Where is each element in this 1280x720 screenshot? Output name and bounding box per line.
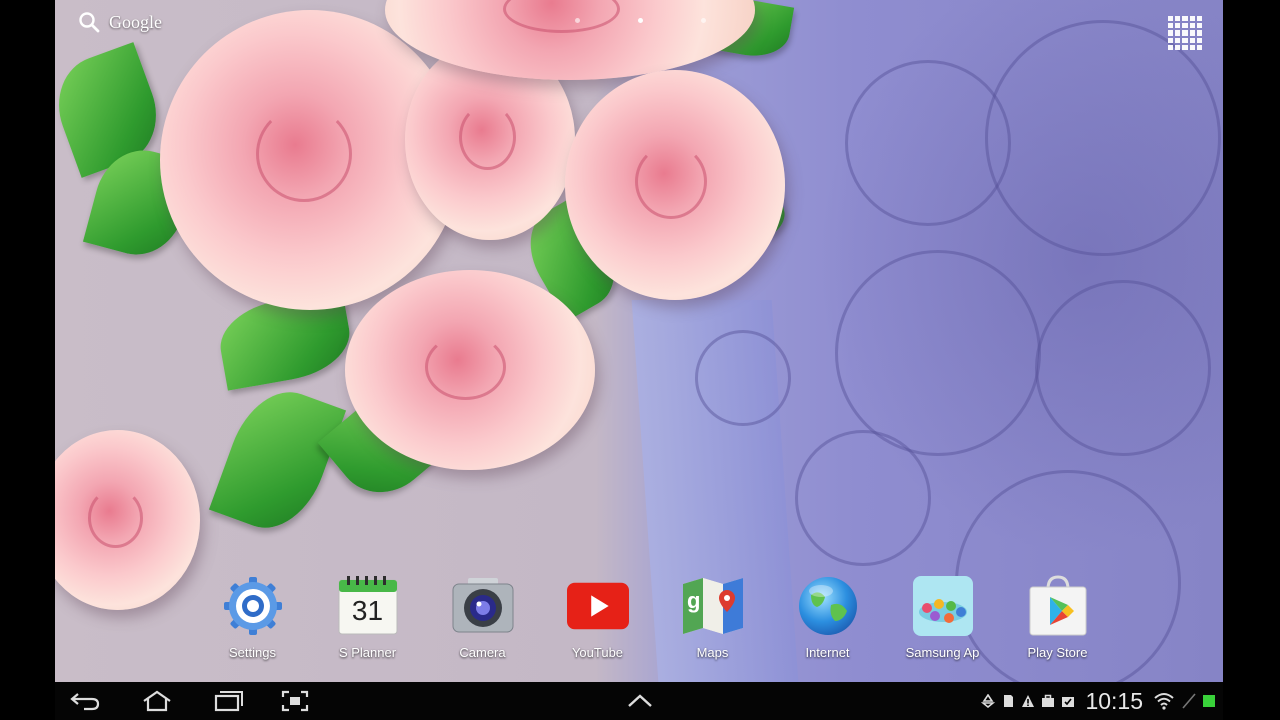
app-label: Internet — [805, 645, 850, 660]
app-settings[interactable]: Settings — [195, 575, 310, 675]
page-dot-active — [638, 18, 643, 23]
clock: 10:15 — [1085, 687, 1143, 714]
app-samsung-apps[interactable]: Samsung Ap — [885, 575, 1000, 675]
app-youtube[interactable]: YouTube — [540, 575, 655, 675]
briefcase-icon — [1042, 694, 1055, 707]
samsung-apps-icon — [912, 575, 974, 637]
system-bar: 10:15 — [55, 682, 1223, 720]
google-search-label: Google — [109, 11, 162, 32]
page-indicator — [575, 18, 706, 23]
app-camera[interactable]: Camera — [425, 575, 540, 675]
calendar-day: 31 — [351, 595, 384, 626]
app-dock: Settings 31 S Planner Camera YouTube g M… — [195, 575, 1115, 675]
battery-icon — [1203, 695, 1215, 707]
app-internet[interactable]: Internet — [770, 575, 885, 675]
youtube-icon — [566, 575, 629, 637]
status-area[interactable]: 10:15 — [981, 682, 1215, 720]
globe-icon — [797, 575, 859, 637]
up-chevron-icon[interactable] — [620, 688, 660, 714]
app-label: Camera — [459, 645, 506, 660]
swirl-pattern — [985, 20, 1221, 256]
app-label: YouTube — [571, 645, 624, 660]
play-store-icon — [1027, 575, 1089, 637]
settings-icon — [222, 575, 284, 637]
rose-flower — [345, 270, 595, 470]
screenshot-icon[interactable] — [275, 688, 315, 714]
swirl-pattern — [835, 250, 1041, 456]
swirl-pattern — [795, 430, 931, 566]
app-label: Samsung Ap — [905, 645, 980, 660]
swirl-pattern — [695, 330, 791, 426]
camera-icon — [452, 575, 514, 637]
app-play-store[interactable]: Play Store — [1000, 575, 1115, 675]
signal-off-icon — [1182, 693, 1196, 709]
app-label: Settings — [229, 645, 276, 660]
sd-card-icon — [1004, 695, 1014, 707]
rose-flower — [565, 70, 785, 300]
home-screen[interactable]: Google Settings 31 S Planner Camera YouT… — [55, 0, 1223, 682]
app-label: Play Store — [1027, 645, 1088, 660]
recents-icon[interactable] — [207, 688, 247, 714]
app-label: S Planner — [338, 645, 397, 660]
calendar-icon: 31 — [337, 575, 399, 637]
apps-grid-icon[interactable] — [1168, 16, 1202, 50]
app-s-planner[interactable]: 31 S Planner — [310, 575, 425, 675]
app-label: Maps — [696, 645, 729, 660]
svg-text:g: g — [687, 588, 700, 613]
back-icon[interactable] — [65, 688, 105, 714]
maps-icon: g — [682, 575, 744, 637]
recycle-icon — [981, 694, 996, 708]
page-dot — [701, 18, 706, 23]
swirl-pattern — [1035, 280, 1211, 456]
search-icon — [79, 12, 100, 33]
app-maps[interactable]: g Maps — [655, 575, 770, 675]
warning-icon — [1022, 695, 1035, 707]
wifi-icon — [1154, 693, 1174, 710]
page-dot — [575, 18, 580, 23]
leaf — [208, 377, 347, 543]
home-icon[interactable] — [137, 688, 177, 714]
rose-flower — [55, 430, 200, 610]
task-check-icon — [1062, 697, 1075, 707]
google-search-bar[interactable]: Google — [77, 10, 162, 34]
